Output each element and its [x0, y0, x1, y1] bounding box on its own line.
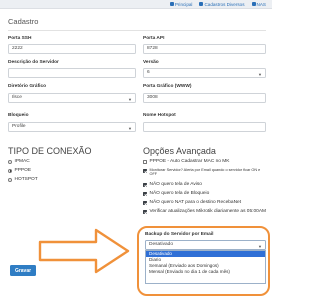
arrow-icon [38, 228, 130, 274]
